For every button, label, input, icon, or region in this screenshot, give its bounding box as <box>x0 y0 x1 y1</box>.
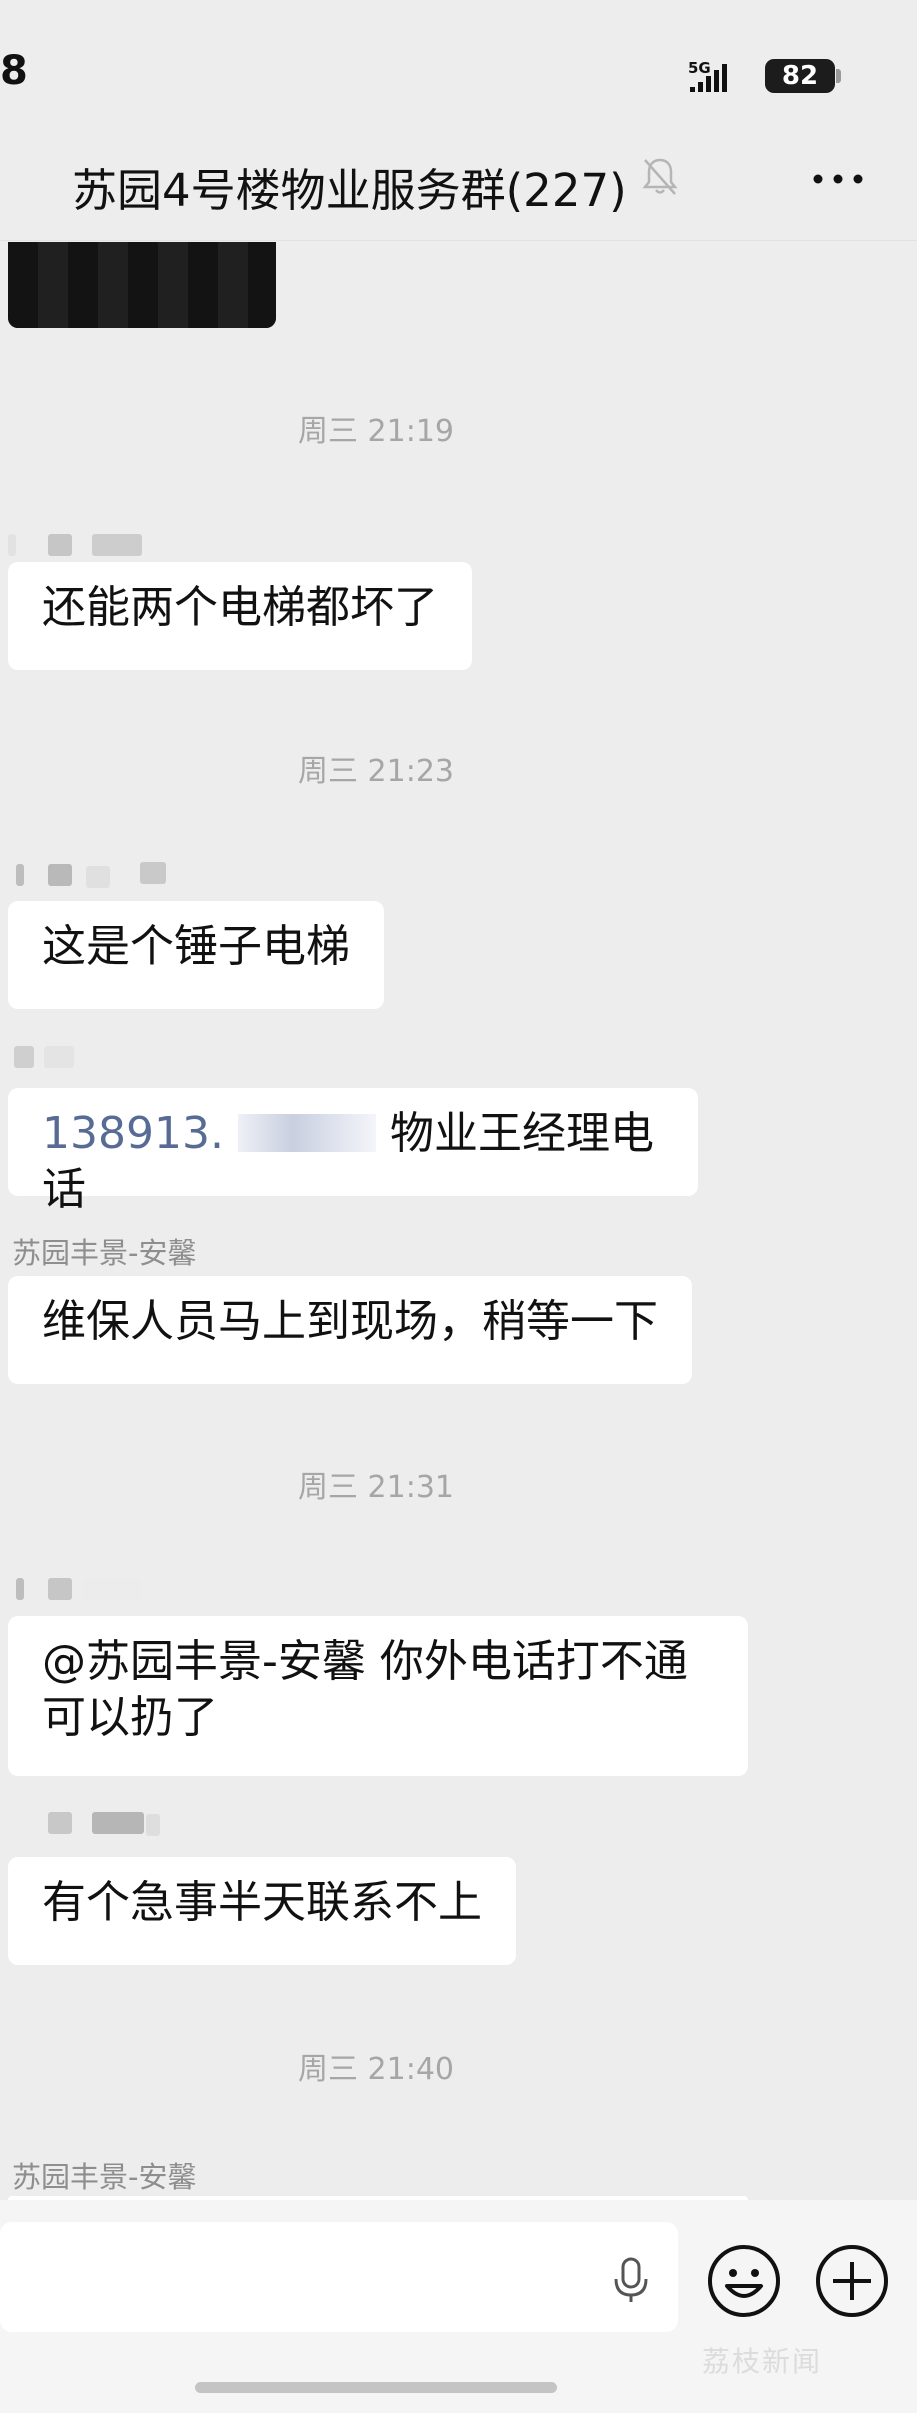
sender-name[interactable]: 苏园丰景-安馨 <box>12 2154 196 2196</box>
status-time: 8 <box>0 48 28 94</box>
chat-bubble[interactable]: 有个急事半天联系不上 <box>8 1857 516 1965</box>
status-bar: 8 5G 82 <box>0 0 917 140</box>
message-text: 可以扔了 <box>42 1692 218 1743</box>
message-input[interactable] <box>0 2222 678 2332</box>
microphone-icon[interactable] <box>606 2255 656 2305</box>
timestamp: 周三 21:23 <box>298 754 454 789</box>
chat-bubble[interactable]: 这是个锤子电梯 <box>8 901 384 1009</box>
muted-bell-icon <box>642 158 678 195</box>
chat-bubble[interactable]: 维保人员马上到现场，稍等一下 <box>8 1276 692 1384</box>
emoji-icon[interactable] <box>705 2242 783 2320</box>
network-label: 5G <box>688 60 711 77</box>
signal-5g-icon: 5G <box>688 60 727 92</box>
message-text: 还能两个电梯都坏了 <box>42 582 438 633</box>
chat-header: 苏园4号楼物业服务群(227) <box>0 140 917 241</box>
timestamp: 周三 21:40 <box>298 2052 454 2087</box>
chat-bubble[interactable]: 138913. 物业王经理电话 <box>8 1088 698 1215</box>
phone-redacted-block <box>237 1114 376 1152</box>
message-text: 维保人员马上到现场，稍等一下 <box>42 1296 658 1347</box>
home-indicator[interactable] <box>195 2382 557 2393</box>
watermark-logo: 荔枝新闻 <box>702 2345 823 2378</box>
message-text: 这是个锤子电梯 <box>42 921 350 972</box>
sender-name[interactable]: 苏园丰景-安馨 <box>12 1230 196 1272</box>
image-message[interactable] <box>8 242 276 328</box>
message-input-bar: 荔枝新闻 <box>0 2200 917 2413</box>
battery-indicator: 82 <box>765 59 835 93</box>
timestamp: 周三 21:31 <box>298 1470 454 1505</box>
chat-bubble[interactable]: @苏园丰景-安馨 你外电话打不通 可以扔了 <box>8 1616 748 1776</box>
message-text: @苏园丰景-安馨 你外电话打不通 <box>42 1636 688 1687</box>
more-options-icon[interactable] <box>810 164 866 194</box>
timestamp: 周三 21:19 <box>298 414 454 449</box>
chat-title[interactable]: 苏园4号楼物业服务群(227) <box>72 154 627 219</box>
chat-bubble[interactable]: 还能两个电梯都坏了 <box>8 562 472 670</box>
message-text: 有个急事半天联系不上 <box>42 1877 482 1928</box>
plus-icon[interactable] <box>813 2242 891 2320</box>
battery-tip <box>836 69 841 83</box>
phone-number-link[interactable]: 138913. <box>42 1108 224 1159</box>
